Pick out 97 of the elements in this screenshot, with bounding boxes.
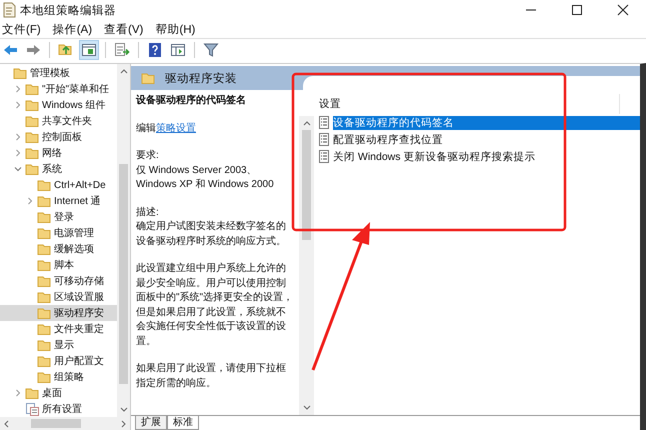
description-label: 描述: [136, 206, 160, 220]
scroll-down-icon[interactable] [302, 405, 310, 411]
help-icon [147, 42, 163, 58]
export-list-icon [114, 42, 130, 58]
scroll-right-icon[interactable] [121, 420, 127, 428]
tree-item[interactable]: 缓解选项 [0, 241, 117, 257]
scroll-thumb[interactable] [302, 130, 311, 240]
folder-icon [25, 130, 39, 144]
folder-icon [25, 114, 39, 128]
tree-item[interactable]: 文件夹重定 [0, 321, 117, 337]
tree-item[interactable]: 所有设置 [0, 401, 117, 417]
scroll-thumb[interactable] [31, 419, 81, 428]
requirements-text: 仅 Windows Server 2003、Windows XP 和 Windows 2000 [136, 164, 275, 192]
document-icon [2, 2, 16, 18]
tree-item[interactable]: 脚本 [0, 257, 117, 273]
setting-page-icon [318, 150, 330, 163]
section-title: 驱动程序安装 [165, 71, 237, 86]
column-header[interactable]: 设置 [314, 94, 620, 114]
tree-item[interactable]: 电源管理 [0, 225, 117, 241]
scrollbar[interactable] [0, 417, 130, 430]
tree-item[interactable]: Ctrl+Alt+De [0, 177, 117, 193]
chevron-right-icon[interactable] [14, 133, 22, 141]
folder-icon [37, 354, 51, 368]
forward-arrow-icon [25, 42, 41, 58]
tree-item[interactable]: 网络 [0, 145, 117, 161]
menu-item[interactable]: 查看(V) [104, 22, 144, 36]
view-tab[interactable]: 扩展 [135, 416, 167, 430]
chevron-right-icon[interactable] [14, 149, 22, 157]
setting-page-icon [318, 116, 330, 129]
pane-view-button[interactable] [79, 40, 99, 60]
settings-list-icon [25, 402, 39, 416]
back-arrow-icon [2, 42, 18, 58]
chevron-right-icon[interactable] [14, 101, 22, 109]
menu-item[interactable]: 文件(F) [2, 22, 41, 36]
folder-icon [25, 162, 39, 176]
tree-item[interactable]: 可移动存储 [0, 273, 117, 289]
tree-item[interactable]: 区域设置服 [0, 289, 117, 305]
scroll-down-icon[interactable] [120, 407, 128, 413]
tree-item[interactable]: 显示 [0, 337, 117, 353]
setting-row[interactable]: 关闭 Windows 更新设备驱动程序搜索提示 [314, 148, 640, 165]
folder-icon [37, 338, 51, 352]
chevron-right-icon[interactable] [14, 85, 22, 93]
description-text: 确定用户试图安装未经数字签名的设备驱动程序时系统的响应方式。 [136, 220, 287, 248]
description-text: 此设置建立组中用户系统上允许的最少安全响应。用户可以使用控制面板中的"系统"选择更安全的设置，但是如果启用了此设置，系统就不会实施任何安全性低于该设置的设置。 [136, 262, 294, 348]
description-text: 如果启用了此设置，请使用下拉框指定所需的响应。 [136, 362, 287, 390]
requirements-label: 要求: [136, 149, 160, 163]
folder-icon [25, 98, 39, 112]
tree-item[interactable]: 控制面板 [0, 129, 117, 145]
scroll-up-icon[interactable] [302, 120, 310, 126]
close-icon [617, 4, 629, 16]
tree-item[interactable]: 登录 [0, 209, 117, 225]
menu-item[interactable]: 操作(A) [52, 22, 92, 36]
scroll-thumb[interactable] [119, 164, 128, 384]
folder-icon [13, 66, 27, 80]
folder-up-icon [58, 42, 74, 58]
scroll-left-icon[interactable] [3, 420, 9, 428]
folder-icon [37, 178, 51, 192]
tree-item[interactable]: "开始"菜单和任 [0, 81, 117, 97]
scroll-up-icon[interactable] [120, 68, 128, 74]
filter-icon [203, 42, 219, 58]
folder-icon [37, 370, 51, 384]
edit-policy-text: 编辑策略设置 [136, 122, 197, 136]
tree-item[interactable]: 组策略 [0, 369, 117, 385]
tree-item[interactable]: 管理模板 [0, 65, 117, 81]
scrollbar[interactable] [117, 64, 130, 417]
menu-item[interactable]: 帮助(H) [155, 22, 196, 36]
chevron-right-icon[interactable] [26, 197, 34, 205]
folder-icon [25, 146, 39, 160]
folder-icon [37, 274, 51, 288]
view-tab[interactable]: 标准 [167, 416, 199, 430]
setting-page-icon [318, 133, 330, 146]
tree-item[interactable]: 系统 [0, 161, 117, 177]
tree-item[interactable]: 用户配置文 [0, 353, 117, 369]
setting-row[interactable]: 配置驱动程序查找位置 [314, 131, 640, 148]
folder-icon [37, 306, 51, 320]
folder-icon [37, 194, 51, 208]
tree-item[interactable]: Windows 组件 [0, 97, 117, 113]
tree-item[interactable]: 桌面 [0, 385, 117, 401]
policy-title: 设备驱动程序的代码签名 [136, 94, 247, 108]
folder-icon [37, 258, 51, 272]
folder-icon [25, 386, 39, 400]
folder-icon [37, 242, 51, 256]
scrollbar[interactable] [299, 116, 314, 415]
window-title: 本地组策略编辑器 [20, 4, 116, 18]
folder-icon [141, 71, 155, 85]
folder-icon [37, 226, 51, 240]
properties-pane-icon [170, 42, 186, 58]
policy-settings-link[interactable]: 策略设置 [156, 122, 196, 134]
tree-item[interactable]: 共享文件夹 [0, 113, 117, 129]
tree-item[interactable]: Internet 通 [0, 193, 117, 209]
chevron-right-icon[interactable] [14, 389, 22, 397]
pane-view-icon [81, 42, 97, 58]
chevron-down-icon[interactable] [14, 165, 22, 173]
maximize-icon [571, 4, 583, 16]
tree-item[interactable]: 驱动程序安 [0, 305, 117, 321]
folder-icon [25, 82, 39, 96]
folder-icon [37, 210, 51, 224]
